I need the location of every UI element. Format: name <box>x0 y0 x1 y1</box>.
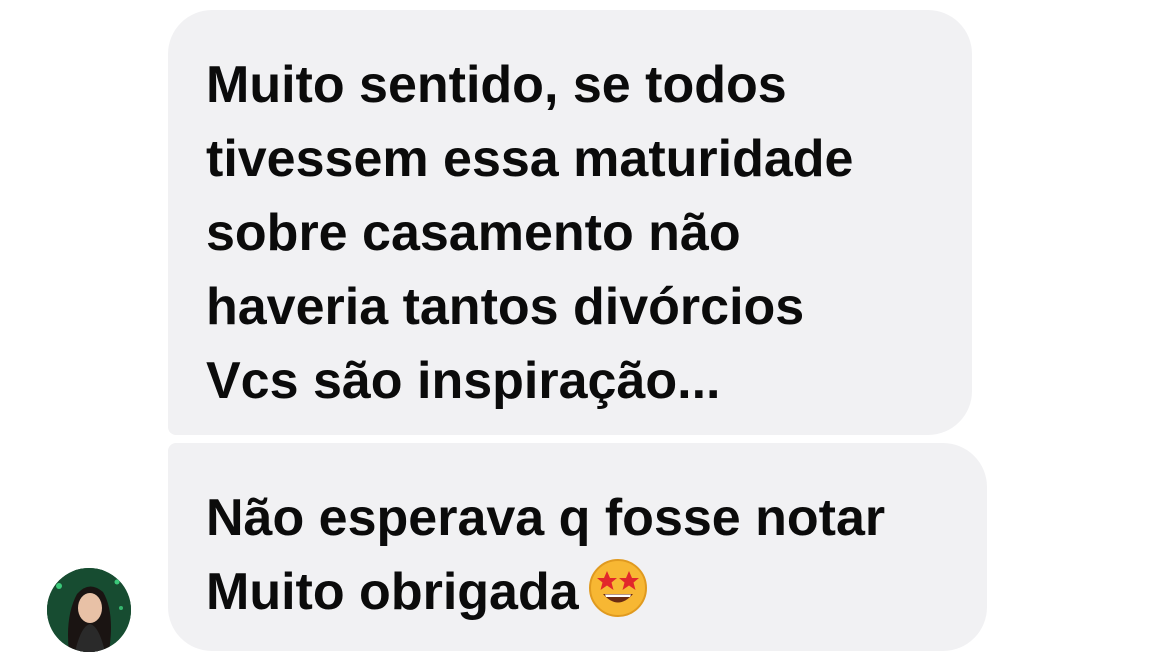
message-text-line: Vcs são inspiração... <box>206 352 721 410</box>
message-text-line: Muito sentido, se todos <box>206 56 787 114</box>
message-text: Muito obrigada <box>206 563 579 621</box>
message-text-line: tivessem essa maturidade <box>206 130 854 188</box>
message-text-line: sobre casamento não <box>206 204 741 262</box>
message-text-line: Muito obrigada <box>206 555 949 629</box>
avatar[interactable] <box>47 568 131 652</box>
message-text-line: haveria tantos divórcios <box>206 278 805 336</box>
message-text-line: Não esperava q fosse notar <box>206 489 886 547</box>
star-struck-emoji-icon <box>587 557 649 619</box>
message-bubble[interactable]: Muito sentido, se todos tivessem essa ma… <box>168 10 972 435</box>
message-bubble[interactable]: Não esperava q fosse notar Muito obrigad… <box>168 443 987 651</box>
